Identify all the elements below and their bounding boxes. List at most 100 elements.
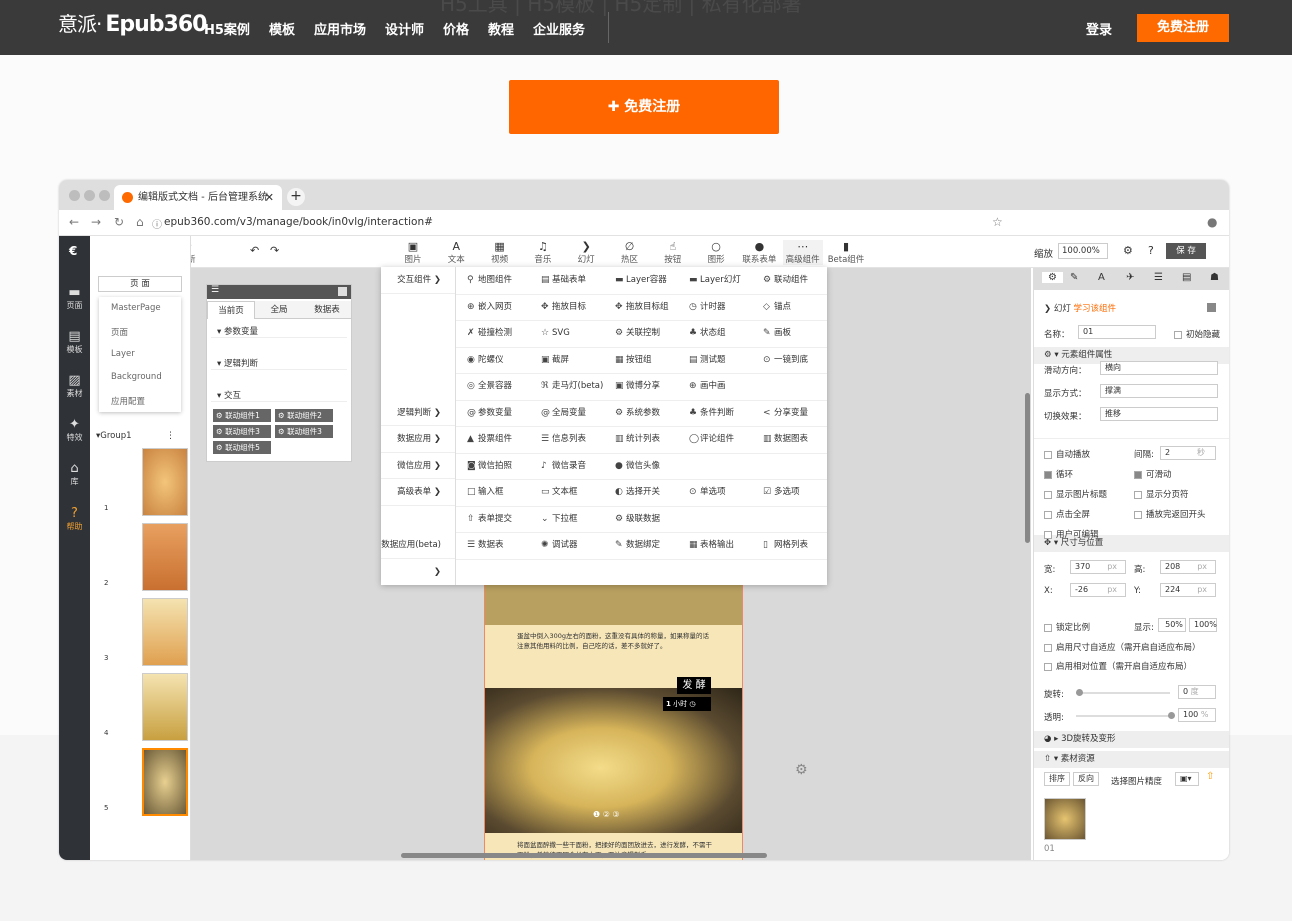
page-menu-item[interactable]: Background: [111, 372, 162, 382]
upload-icon[interactable]: ⇧: [1206, 771, 1214, 782]
page-thumbnail[interactable]: [142, 598, 188, 666]
forward-icon[interactable]: →: [91, 215, 101, 229]
rotation-input[interactable]: 0 度: [1178, 685, 1216, 699]
page-menu-item[interactable]: Layer: [111, 349, 135, 359]
page-menu-item[interactable]: 页面: [111, 326, 128, 338]
canvas-settings-icon[interactable]: ⚙: [795, 762, 808, 778]
free-register-cta-button[interactable]: ✚ 免费注册: [509, 80, 779, 134]
linkage-tag[interactable]: ⚙ 联动组件5: [213, 441, 271, 454]
rotation-slider[interactable]: [1076, 689, 1170, 696]
lock-ratio-checkbox[interactable]: 锁定比例: [1044, 621, 1090, 633]
sidebar-item-1[interactable]: ▤ 模板: [59, 324, 90, 368]
menu-item[interactable]: ▬ Layer幻灯: [689, 267, 763, 293]
menu-category[interactable]: 交互组件 ❯: [381, 267, 455, 294]
login-link[interactable]: 登录: [1086, 19, 1112, 38]
profile-icon[interactable]: ●: [1207, 215, 1217, 229]
sidebar-item-3[interactable]: ✦ 特效: [59, 412, 90, 456]
image-mode-select[interactable]: ▣▾: [1175, 772, 1199, 786]
checkbox[interactable]: [1044, 490, 1052, 499]
group-menu-icon[interactable]: ⋮: [166, 431, 175, 441]
toolbar-item-0[interactable]: ▣ 图片: [393, 240, 433, 265]
menu-item[interactable]: ▤ 测试题: [689, 347, 763, 373]
option-checkbox[interactable]: 用户可编辑: [1044, 528, 1099, 540]
option-checkbox[interactable]: 播放完返回开头: [1134, 508, 1206, 520]
nav-link[interactable]: 价格: [443, 19, 469, 38]
menu-item[interactable]: @ 参数变量: [467, 400, 541, 426]
menu-item[interactable]: ⚲ 地图组件: [467, 267, 541, 293]
page-menu-item[interactable]: 应用配置: [111, 395, 145, 407]
option-checkbox[interactable]: 循环: [1044, 468, 1073, 480]
size-input-w[interactable]: 370 px: [1070, 560, 1126, 574]
browser-tab[interactable]: 编辑版式文档 - 后台管理系统 ✕: [114, 185, 282, 210]
checkbox[interactable]: [1044, 510, 1052, 519]
properties-tab[interactable]: ⚙: [1042, 272, 1063, 283]
opacity-handle[interactable]: [1168, 712, 1175, 719]
mini-tab-1[interactable]: 全局: [255, 301, 303, 319]
size-input-x[interactable]: -26 px: [1070, 583, 1126, 597]
menu-item[interactable]: ⊕ 嵌入网页: [467, 294, 541, 320]
page-thumbnail[interactable]: [142, 673, 188, 741]
menu-item[interactable]: ▣ 截屏: [541, 347, 615, 373]
slide-pager[interactable]: ❶ ② ③: [593, 810, 620, 819]
menu-item[interactable]: ☑ 多选项: [763, 479, 837, 505]
menu-item[interactable]: ⊙ 一镜到底: [763, 347, 837, 373]
reverse-button[interactable]: 反向: [1073, 772, 1099, 786]
toolbar-item-10[interactable]: ▮ Beta组件: [826, 240, 866, 265]
menu-item[interactable]: ⚙ 联动组件: [763, 267, 837, 293]
menu-item[interactable]: ◐ 选择开关: [615, 479, 689, 505]
relative-position-checkbox[interactable]: 启用相对位置（需开启自适应布局）: [1044, 660, 1192, 672]
menu-item[interactable]: ▭ 文本框: [541, 479, 615, 505]
sidebar-item-4[interactable]: ⌂ 库: [59, 456, 90, 500]
phone-page-preview[interactable]: 蛋盆中倒入300g左右的面粉，这重没有具体的称量，如果称量的话注意其他用料的比例…: [484, 585, 743, 860]
checkbox[interactable]: [1044, 450, 1052, 459]
menu-category[interactable]: 微信应用 ❯: [381, 452, 455, 479]
menu-item[interactable]: ▤ 基础表单: [541, 267, 615, 293]
menu-item[interactable]: ℜ 走马灯(beta): [541, 373, 615, 399]
checkbox[interactable]: [1134, 470, 1142, 479]
canvas-horizontal-scrollbar[interactable]: [401, 853, 767, 858]
nav-link[interactable]: 教程: [488, 19, 514, 38]
menu-item[interactable]: ⚙ 关联控制: [615, 320, 689, 346]
menu-category[interactable]: 高级表单 ❯: [381, 479, 455, 506]
nav-link[interactable]: 设计师: [385, 19, 424, 38]
page-menu-item[interactable]: MasterPage: [111, 303, 161, 313]
menu-item[interactable]: < 分享变量: [763, 400, 837, 426]
properties-tab[interactable]: A: [1098, 272, 1105, 283]
checkbox[interactable]: [1044, 470, 1052, 479]
back-icon[interactable]: ←: [69, 215, 79, 229]
menu-item[interactable]: ▲ 投票组件: [467, 426, 541, 452]
close-tab-icon[interactable]: ✕: [265, 185, 274, 210]
properties-tab[interactable]: ✈: [1126, 272, 1134, 283]
panel-minimize-icon[interactable]: [338, 287, 347, 296]
collapse-icon[interactable]: [1207, 303, 1216, 312]
toolbar-item-3[interactable]: ♫ 音乐: [523, 240, 563, 265]
menu-item[interactable]: ⌄ 下拉框: [541, 506, 615, 532]
menu-item[interactable]: ⚙ 系统参数: [615, 400, 689, 426]
checkbox[interactable]: [1044, 530, 1052, 539]
toolbar-item-9[interactable]: ⋯ 高级组件: [782, 240, 823, 265]
name-input[interactable]: 01: [1078, 325, 1156, 339]
menu-item[interactable]: ♣ 状态组: [689, 320, 763, 346]
properties-tab[interactable]: ✎: [1070, 272, 1078, 283]
menu-item[interactable]: ✥ 拖放目标: [541, 294, 615, 320]
checkbox[interactable]: [1134, 510, 1142, 519]
menu-category[interactable]: 数据应用(beta) ❯: [381, 532, 455, 577]
option-checkbox[interactable]: 可滑动: [1134, 468, 1172, 480]
toolbar-item-6[interactable]: ☝ 按钮: [653, 240, 693, 265]
asset-thumbnail[interactable]: [1044, 798, 1086, 840]
menu-item[interactable]: ♪ 微信录音: [541, 453, 615, 479]
nav-link[interactable]: H5案例: [204, 19, 250, 38]
menu-item[interactable]: ☰ 数据表: [467, 532, 541, 558]
menu-item[interactable]: ✺ 调试器: [541, 532, 615, 558]
toolbar-item-1[interactable]: A 文本: [436, 240, 476, 265]
register-button[interactable]: 免费注册: [1137, 14, 1229, 42]
menu-item[interactable]: ◇ 锚点: [763, 294, 837, 320]
menu-item[interactable]: ⚙ 级联数据: [615, 506, 689, 532]
properties-tab[interactable]: ☗: [1210, 272, 1219, 283]
field-select[interactable]: 横向: [1100, 361, 1218, 375]
size-input-h[interactable]: 208 px: [1160, 560, 1216, 574]
menu-category[interactable]: 数据应用 ❯: [381, 426, 455, 453]
toolbar-item-7[interactable]: ○ 图形: [696, 240, 736, 265]
asset-resources-header[interactable]: ⇧ ▾ 素材资源: [1034, 751, 1229, 768]
properties-tab[interactable]: ☰: [1154, 272, 1163, 283]
